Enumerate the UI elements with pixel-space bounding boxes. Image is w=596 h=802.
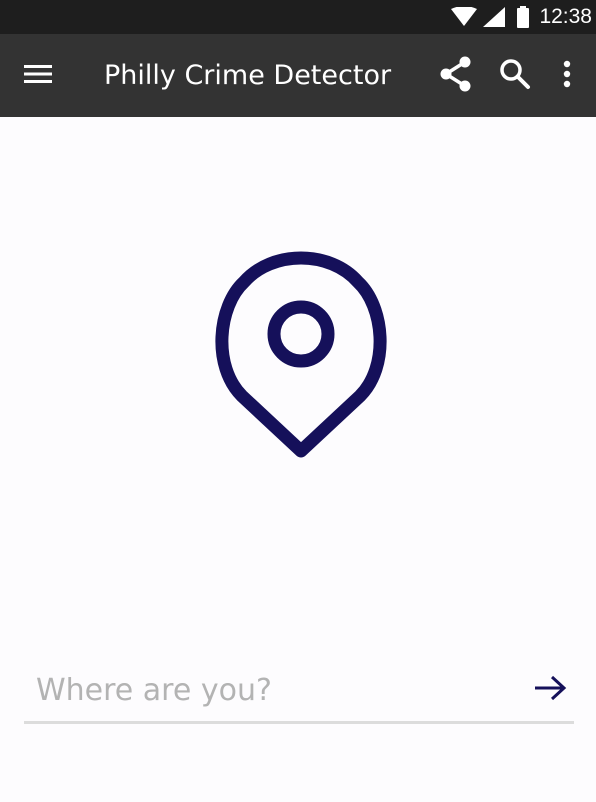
signal-icon [483, 7, 506, 27]
location-form [24, 660, 574, 724]
share-icon [439, 56, 473, 97]
app-bar: Philly Crime Detector [0, 34, 596, 117]
input-underline [24, 721, 574, 724]
location-input[interactable] [24, 660, 514, 720]
status-time: 12:38 [539, 5, 592, 28]
status-icons: 12:38 [451, 0, 596, 34]
more-vert-icon [563, 60, 571, 93]
battery-icon [517, 6, 530, 28]
menu-icon [24, 63, 52, 90]
status-bar: 12:38 [0, 0, 596, 34]
menu-button[interactable] [14, 56, 62, 96]
wifi-icon [451, 7, 478, 27]
arrow-right-icon [533, 675, 567, 706]
app-title: Philly Crime Detector [104, 60, 392, 91]
submit-location-button[interactable] [528, 670, 572, 710]
share-button[interactable] [434, 54, 478, 98]
more-options-button[interactable] [545, 54, 589, 98]
search-icon [499, 58, 531, 95]
search-button[interactable] [493, 54, 537, 98]
location-pin-icon [212, 246, 390, 458]
